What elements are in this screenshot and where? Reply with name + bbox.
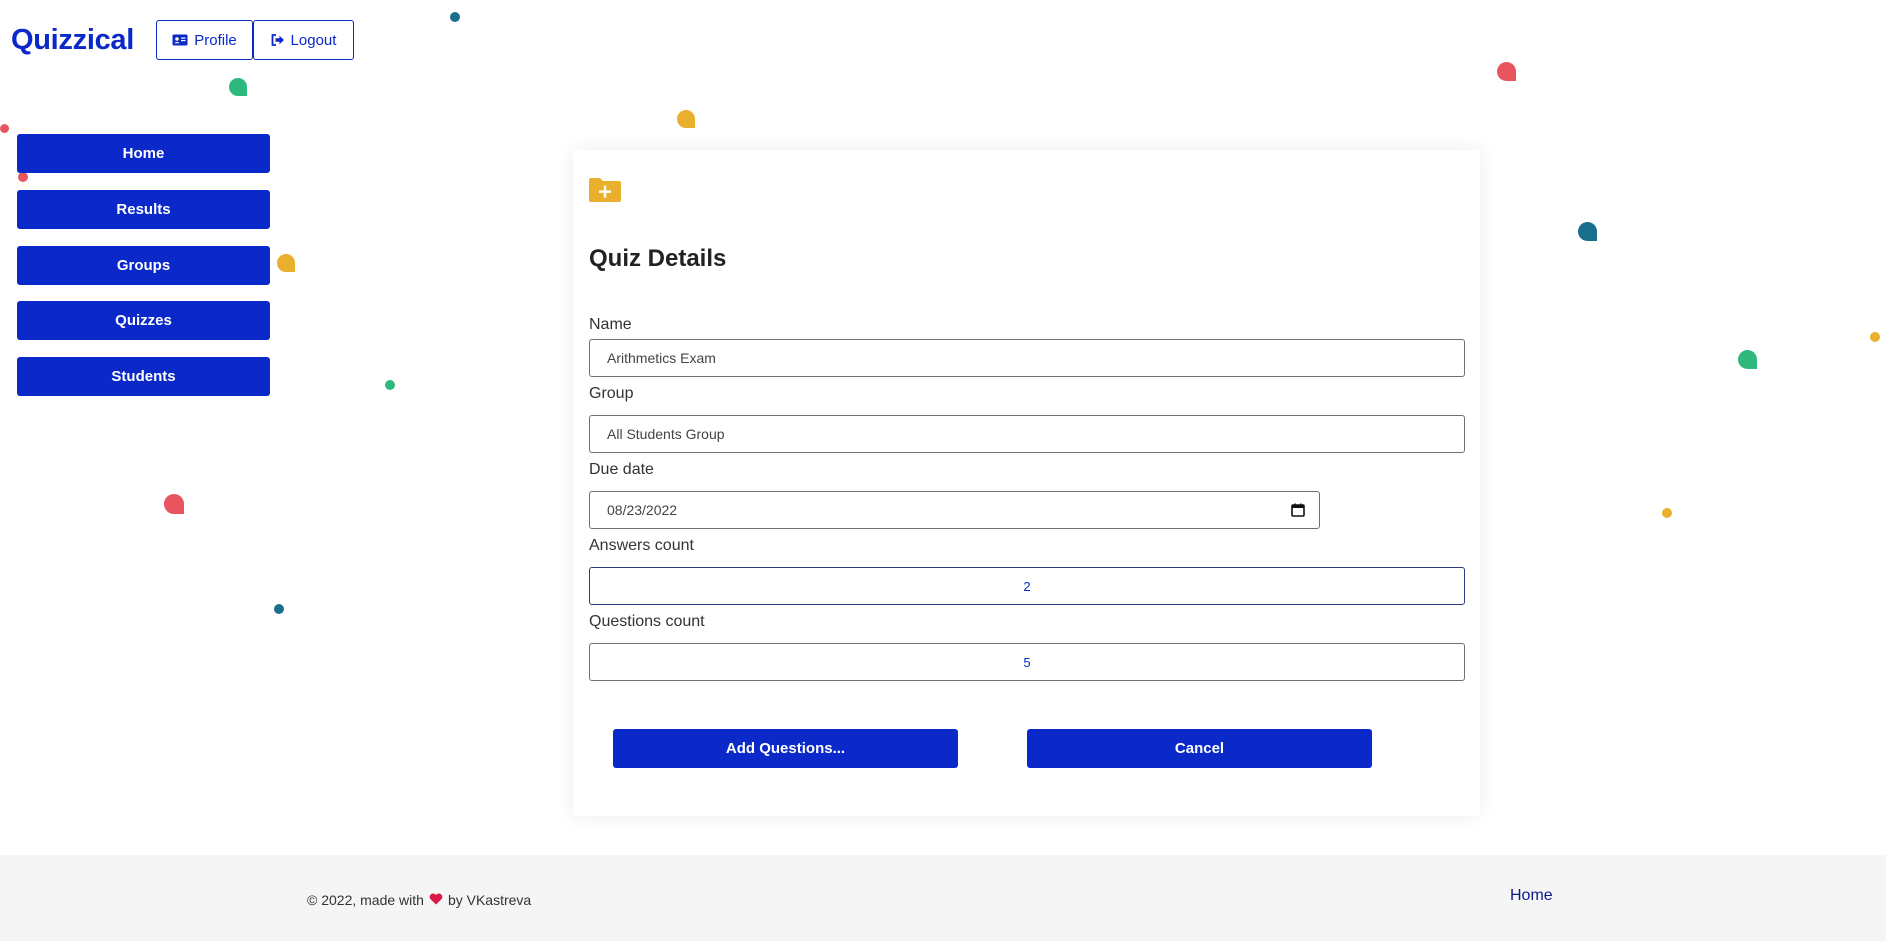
- sidebar-item-students[interactable]: Students: [17, 357, 270, 396]
- profile-button[interactable]: Profile: [156, 20, 253, 60]
- confetti-dot: [18, 172, 28, 182]
- confetti-drop: [229, 78, 247, 96]
- confetti-drop: [277, 254, 295, 272]
- confetti-dot: [1870, 332, 1880, 342]
- confetti-drop: [1497, 62, 1516, 81]
- footer-credit-prefix: © 2022, made with: [307, 892, 424, 908]
- add-questions-button[interactable]: Add Questions...: [613, 729, 958, 768]
- due-date-label: Due date: [589, 461, 654, 478]
- name-label: Name: [589, 316, 632, 333]
- due-date-value: 08/23/2022: [607, 502, 678, 518]
- due-date-field[interactable]: 08/23/2022: [589, 491, 1320, 529]
- sign-out-icon: [271, 34, 285, 46]
- answers-count-field[interactable]: 2: [589, 567, 1465, 605]
- calendar-icon[interactable]: [1291, 503, 1305, 517]
- quiz-details-card: Quiz Details Name Arithmetics Exam Group…: [573, 150, 1480, 816]
- cancel-button[interactable]: Cancel: [1027, 729, 1372, 768]
- footer-credit: © 2022, made with by VKastreva: [307, 892, 531, 908]
- profile-label: Profile: [194, 31, 237, 49]
- confetti-dot: [450, 12, 460, 22]
- sidebar-item-results[interactable]: Results: [17, 190, 270, 229]
- confetti-drop: [164, 494, 184, 514]
- footer-credit-suffix: by VKastreva: [447, 892, 532, 908]
- questions-count-label: Questions count: [589, 613, 705, 630]
- sidebar-item-home[interactable]: Home: [17, 134, 270, 173]
- footer-home-link[interactable]: Home: [1510, 887, 1553, 905]
- footer: © 2022, made with by VKastreva Home: [0, 855, 1886, 941]
- answers-count-label: Answers count: [589, 537, 694, 554]
- confetti-dot: [0, 124, 9, 133]
- confetti-dot: [385, 380, 395, 390]
- brand-logo: Quizzical: [11, 24, 134, 56]
- confetti-dot: [1662, 508, 1672, 518]
- page-title: Quiz Details: [589, 245, 727, 272]
- confetti-drop: [1578, 222, 1597, 241]
- logout-button[interactable]: Logout: [253, 20, 354, 60]
- heart-icon: [429, 892, 443, 908]
- sidebar-item-groups[interactable]: Groups: [17, 246, 270, 285]
- folder-plus-icon: [588, 177, 622, 203]
- confetti-drop: [1738, 350, 1757, 369]
- confetti-dot: [274, 604, 284, 614]
- group-field[interactable]: All Students Group: [589, 415, 1465, 453]
- questions-count-field[interactable]: 5: [589, 643, 1465, 681]
- confetti-drop: [677, 110, 695, 128]
- name-field[interactable]: Arithmetics Exam: [589, 339, 1465, 377]
- sidebar-item-quizzes[interactable]: Quizzes: [17, 301, 270, 340]
- logout-label: Logout: [290, 31, 337, 49]
- id-card-icon: [172, 34, 188, 46]
- group-label: Group: [589, 385, 634, 402]
